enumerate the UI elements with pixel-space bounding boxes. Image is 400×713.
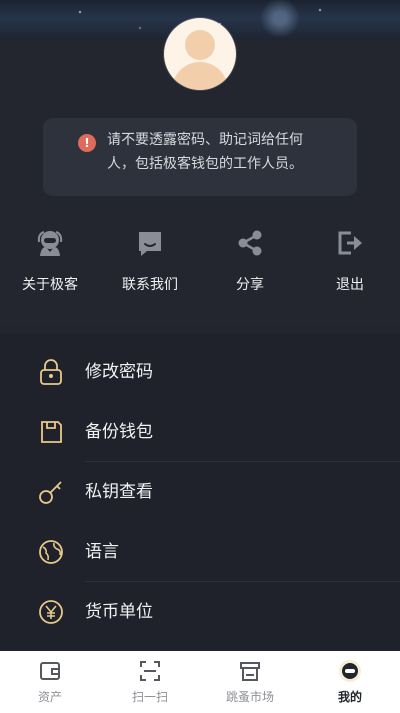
menu-item-currency-unit[interactable]: 货币单位	[0, 582, 400, 642]
about-geek-label: 关于极客	[22, 277, 78, 293]
share-label: 分享	[236, 277, 264, 293]
menu-item-label: 备份钱包	[85, 422, 153, 442]
profile-avatar-icon	[339, 660, 361, 682]
tab-scan[interactable]: 扫一扫	[100, 651, 200, 713]
geek-mascot-icon	[37, 231, 63, 256]
exclamation-circle-icon: !	[78, 134, 96, 152]
wallet-icon	[40, 662, 60, 680]
menu-item-change-password[interactable]: 修改密码	[0, 342, 400, 402]
settings-menu: 修改密码 备份钱包 私钥查看 语言 货币单位	[0, 334, 400, 650]
currency-yen-icon	[39, 600, 63, 624]
share-button[interactable]: 分享	[200, 228, 300, 298]
logout-button[interactable]: 退出	[300, 228, 400, 298]
tab-assets[interactable]: 资产	[0, 651, 100, 713]
menu-item-backup-wallet[interactable]: 备份钱包	[0, 402, 400, 462]
contact-us-button[interactable]: 联系我们	[100, 228, 200, 298]
security-notice-text: 请不要透露密码、助记词给任何人，包括极客钱包的工作人员。	[107, 132, 303, 172]
contact-us-label: 联系我们	[122, 277, 178, 293]
menu-item-label: 货币单位	[85, 602, 153, 622]
menu-item-language[interactable]: 语言	[0, 522, 400, 582]
bottom-tab-bar: 资产 扫一扫 跳蚤市场 我的	[0, 651, 400, 713]
menu-item-view-private-key[interactable]: 私钥查看	[0, 462, 400, 522]
key-icon	[39, 481, 62, 504]
exit-icon	[338, 231, 362, 255]
scan-icon	[140, 661, 160, 681]
tab-label: 我的	[337, 690, 362, 704]
share-icon	[238, 230, 262, 256]
quick-actions: 关于极客 联系我们 分享 退出	[0, 228, 400, 308]
user-avatar[interactable]	[164, 18, 236, 90]
profile-header: ! 请不要透露密码、助记词给任何人，包括极客钱包的工作人员。 关于极客 联系我们	[0, 0, 400, 326]
logout-label: 退出	[336, 277, 364, 293]
chat-bubble-icon	[139, 232, 161, 256]
tab-label: 扫一扫	[131, 690, 168, 704]
menu-item-label: 修改密码	[85, 362, 153, 382]
lock-icon	[40, 359, 62, 385]
tab-label: 资产	[37, 690, 62, 704]
menu-item-label: 私钥查看	[85, 482, 153, 502]
globe-icon	[39, 540, 63, 564]
menu-item-label: 语言	[85, 542, 119, 562]
tab-flea-market[interactable]: 跳蚤市场	[200, 651, 300, 713]
tab-mine[interactable]: 我的	[300, 651, 400, 713]
backup-icon	[41, 421, 62, 443]
about-geek-button[interactable]: 关于极客	[0, 228, 100, 298]
tab-label: 跳蚤市场	[225, 690, 274, 704]
security-notice: ! 请不要透露密码、助记词给任何人，包括极客钱包的工作人员。	[43, 118, 357, 196]
market-icon	[240, 662, 260, 681]
